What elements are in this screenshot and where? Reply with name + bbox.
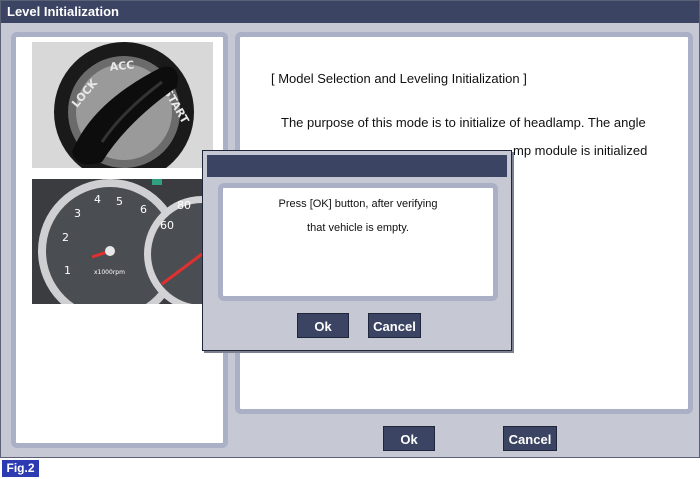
mode-heading: [ Model Selection and Leveling Initializ… [271,71,527,86]
dialog-message-panel: Press [OK] button, after verifying that … [218,183,498,301]
dialog-ok-button[interactable]: Ok [297,313,349,338]
instrument-cluster-image: 1 2 3 4 5 6 x1000rpm 60 80 [32,179,205,304]
figure-label: Fig.2 [2,460,39,477]
tach-tick-5: 5 [116,195,123,208]
dialog-title-bar [207,155,507,177]
tach-tick-3: 3 [74,207,81,220]
description-line-2: mp module is initialized [513,143,648,158]
tach-tick-4: 4 [94,193,101,206]
tach-tick-1: 1 [64,264,71,277]
dialog-message-line-2: that vehicle is empty. [307,222,409,234]
ok-button[interactable]: Ok [383,426,435,451]
description-line-1: The purpose of this mode is to initializ… [281,115,646,130]
tach-tick-2: 2 [62,231,69,244]
tach-tick-6: 6 [140,203,147,216]
confirm-dialog: Press [OK] button, after verifying that … [202,150,512,351]
dialog-message-line-1: Press [OK] button, after verifying [278,198,438,210]
ignition-label-acc: ACC [109,58,135,73]
dialog-cancel-button[interactable]: Cancel [368,313,421,338]
cancel-button[interactable]: Cancel [503,426,557,451]
window-title: Level Initialization [1,1,699,23]
tach-unit: x1000rpm [94,269,125,276]
speed-tick-80: 80 [177,199,191,212]
speed-tick-60: 60 [160,219,174,232]
ignition-switch-image: LOCK ACC START [32,42,213,168]
